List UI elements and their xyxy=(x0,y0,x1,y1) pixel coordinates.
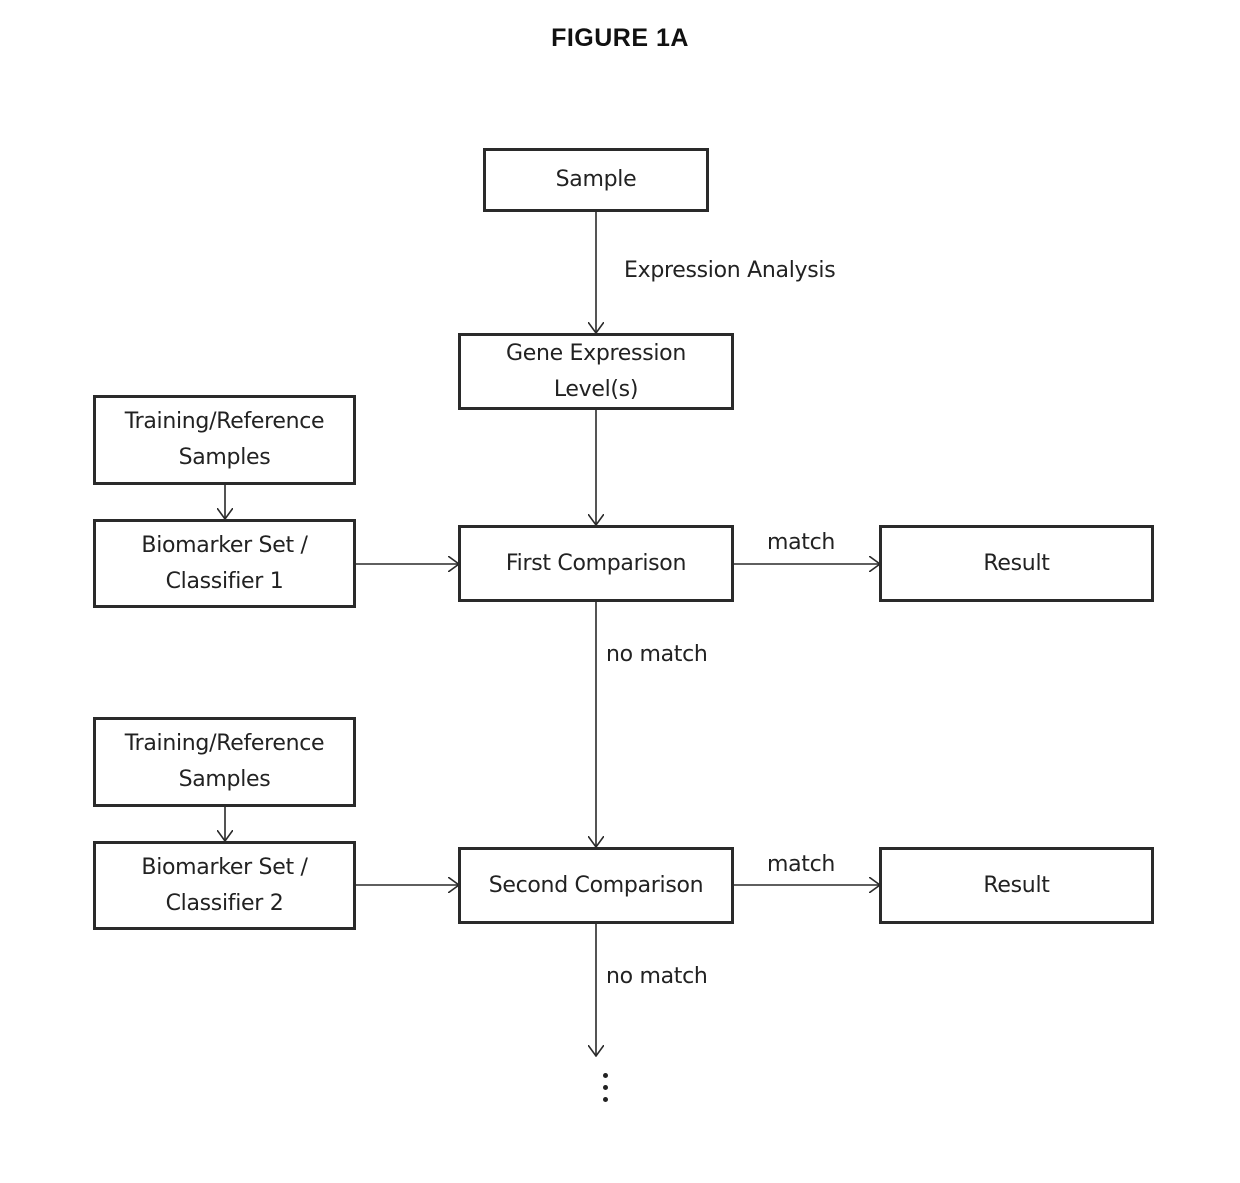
edge-label-match-2: match xyxy=(767,852,836,877)
node-classifier-1-line-2: Classifier 1 xyxy=(165,568,284,594)
node-training-2-line-1: Training/Reference xyxy=(124,731,325,756)
node-training-1-line-2: Samples xyxy=(178,445,271,470)
node-result-1-label: Result xyxy=(983,550,1050,576)
continuation-dot xyxy=(603,1085,608,1090)
node-gene-expression-line-2: Level(s) xyxy=(553,376,639,402)
ellipsis-vertical-icon xyxy=(603,1073,609,1109)
node-classifier-1-line-1: Biomarker Set / xyxy=(141,532,308,558)
node-classifier-2: Biomarker Set / Classifier 2 xyxy=(93,841,356,930)
continuation-dot xyxy=(603,1073,608,1078)
node-training-reference-1: Training/Reference Samples xyxy=(93,395,356,485)
node-classifier-2-line-1: Biomarker Set / xyxy=(141,854,308,880)
node-sample-label: Sample xyxy=(555,167,637,192)
node-training-2-line-2: Samples xyxy=(178,767,271,792)
node-first-comparison-label: First Comparison xyxy=(505,550,687,576)
node-second-comparison: Second Comparison xyxy=(458,847,734,924)
node-result-2-label: Result xyxy=(983,872,1050,898)
node-classifier-2-line-2: Classifier 2 xyxy=(165,890,284,916)
node-training-1-line-1: Training/Reference xyxy=(124,409,325,434)
edge-label-no-match-1: no match xyxy=(606,642,708,667)
edge-label-expression-analysis: Expression Analysis xyxy=(624,258,836,283)
node-first-comparison: First Comparison xyxy=(458,525,734,602)
node-training-reference-2: Training/Reference Samples xyxy=(93,717,356,807)
node-sample: Sample xyxy=(483,148,709,212)
node-classifier-1: Biomarker Set / Classifier 1 xyxy=(93,519,356,608)
node-gene-expression: Gene Expression Level(s) xyxy=(458,333,734,410)
node-result-1: Result xyxy=(879,525,1154,602)
edge-label-no-match-2: no match xyxy=(606,964,708,989)
node-second-comparison-label: Second Comparison xyxy=(488,872,704,898)
continuation-dot xyxy=(603,1097,608,1102)
node-gene-expression-line-1: Gene Expression xyxy=(506,340,686,366)
edge-label-match-1: match xyxy=(767,530,836,555)
node-result-2: Result xyxy=(879,847,1154,924)
